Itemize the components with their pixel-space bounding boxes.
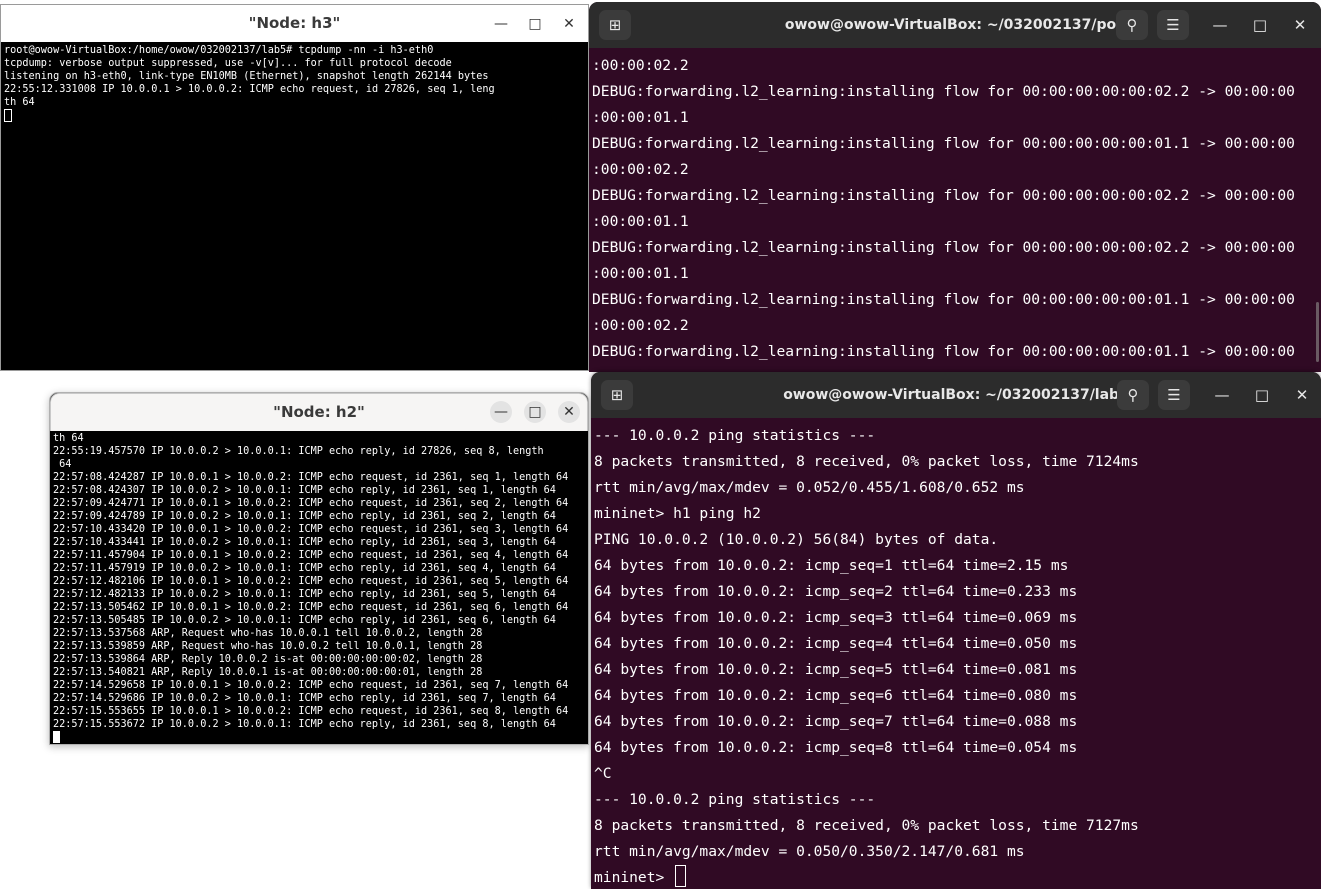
terminal-line: 22:55:12.331008 IP 10.0.0.1 > 10.0.0.2: … bbox=[4, 84, 495, 95]
terminal-line: :00:00:02.2 bbox=[592, 317, 689, 334]
terminal-line: 22:57:12.482106 IP 10.0.0.1 > 10.0.0.2: … bbox=[53, 576, 569, 587]
terminal-line: th 64 bbox=[4, 97, 35, 108]
terminal-line: 64 bytes from 10.0.0.2: icmp_seq=8 ttl=6… bbox=[594, 739, 1078, 756]
minimize-icon[interactable]: — bbox=[1211, 384, 1233, 406]
maximize-icon[interactable]: □ bbox=[1249, 14, 1271, 36]
hamburger-menu-icon[interactable]: ☰ bbox=[1158, 380, 1190, 410]
maximize-icon[interactable]: □ bbox=[524, 400, 546, 423]
window-title-h2: "Node: h2" bbox=[273, 403, 365, 421]
terminal-line: ^C bbox=[594, 765, 612, 782]
terminal-line: tcpdump: verbose output suppressed, use … bbox=[4, 58, 452, 69]
terminal-line: 22:57:13.537568 ARP, Request who-has 10.… bbox=[53, 628, 483, 639]
terminal-line: 22:57:13.539864 ARP, Reply 10.0.0.2 is-a… bbox=[53, 654, 483, 665]
terminal-line: 22:57:14.529658 IP 10.0.0.1 > 10.0.0.2: … bbox=[53, 680, 569, 691]
maximize-icon[interactable]: □ bbox=[1251, 384, 1273, 406]
terminal-line: 22:57:08.424287 IP 10.0.0.1 > 10.0.0.2: … bbox=[53, 472, 569, 483]
terminal-line: 64 bytes from 10.0.0.2: icmp_seq=1 ttl=6… bbox=[594, 557, 1069, 574]
text-cursor bbox=[675, 865, 687, 887]
terminal-line: mininet> h1 ping h2 bbox=[594, 505, 761, 522]
prompt-line[interactable] bbox=[4, 109, 588, 124]
terminal-line: DEBUG:forwarding.l2_learning:installing … bbox=[592, 291, 1295, 308]
terminal-line: 22:57:15.553672 IP 10.0.0.2 > 10.0.0.1: … bbox=[53, 719, 556, 730]
terminal-line: DEBUG:forwarding.l2_learning:installing … bbox=[592, 343, 1295, 360]
minimize-icon[interactable]: — bbox=[490, 13, 512, 35]
terminal-line: 22:57:11.457904 IP 10.0.0.1 > 10.0.0.2: … bbox=[53, 550, 569, 561]
search-icon[interactable]: ⚲ bbox=[1117, 380, 1149, 410]
terminal-line: listening on h3-eth0, link-type EN10MB (… bbox=[4, 71, 489, 82]
terminal-line: 64 bytes from 10.0.0.2: icmp_seq=6 ttl=6… bbox=[594, 687, 1078, 704]
terminal-line: DEBUG:forwarding.l2_learning:installing … bbox=[592, 239, 1295, 256]
close-icon[interactable]: ✕ bbox=[1289, 14, 1311, 36]
terminal-line: 22:57:13.540821 ARP, Reply 10.0.0.1 is-a… bbox=[53, 667, 483, 678]
prompt-line[interactable]: mininet> bbox=[594, 865, 1321, 889]
terminal-line: 8 packets transmitted, 8 received, 0% pa… bbox=[594, 453, 1139, 470]
terminal-line: 22:57:08.424307 IP 10.0.0.2 > 10.0.0.1: … bbox=[53, 485, 556, 496]
terminal-line: 8 packets transmitted, 8 received, 0% pa… bbox=[594, 817, 1139, 834]
terminal-window-pox[interactable]: ⊞ owow@owow-VirtualBox: ~/032002137/pox … bbox=[589, 2, 1321, 372]
terminal-line: rtt min/avg/max/mdev = 0.050/0.350/2.147… bbox=[594, 843, 1025, 860]
terminal-line: root@owow-VirtualBox:/home/owow/03200213… bbox=[4, 45, 434, 56]
terminal-line: :00:00:01.1 bbox=[592, 265, 689, 282]
terminal-output-h3[interactable]: root@owow-VirtualBox:/home/owow/03200213… bbox=[1, 42, 588, 370]
terminal-line: DEBUG:forwarding.l2_learning:installing … bbox=[592, 83, 1295, 100]
terminal-line: rtt min/avg/max/mdev = 0.052/0.455/1.608… bbox=[594, 479, 1025, 496]
terminal-line: th 64 bbox=[53, 433, 84, 444]
header-bar-pox[interactable]: ⊞ owow@owow-VirtualBox: ~/032002137/pox … bbox=[589, 2, 1321, 48]
search-icon[interactable]: ⚲ bbox=[1116, 10, 1148, 40]
text-cursor bbox=[4, 109, 12, 122]
hamburger-menu-icon[interactable]: ☰ bbox=[1157, 10, 1189, 40]
terminal-line: DEBUG:forwarding.l2_learning:installing … bbox=[592, 187, 1295, 204]
terminal-line: 64 bytes from 10.0.0.2: icmp_seq=3 ttl=6… bbox=[594, 609, 1078, 626]
terminal-line: 22:57:10.433441 IP 10.0.0.2 > 10.0.0.1: … bbox=[53, 537, 556, 548]
terminal-line: 22:57:13.539859 ARP, Request who-has 10.… bbox=[53, 641, 483, 652]
text-cursor bbox=[53, 731, 60, 743]
terminal-line: 22:57:11.457919 IP 10.0.0.2 > 10.0.0.1: … bbox=[53, 563, 556, 574]
terminal-line: PING 10.0.0.2 (10.0.0.2) 56(84) bytes of… bbox=[594, 531, 999, 548]
terminal-line: 22:57:13.505462 IP 10.0.0.1 > 10.0.0.2: … bbox=[53, 602, 569, 613]
terminal-line: --- 10.0.0.2 ping statistics --- bbox=[594, 791, 876, 808]
maximize-icon[interactable]: □ bbox=[524, 13, 546, 35]
minimize-icon[interactable]: — bbox=[1209, 14, 1231, 36]
window-title-h3: "Node: h3" bbox=[248, 14, 341, 32]
shell-prompt: mininet> bbox=[594, 869, 674, 886]
close-icon[interactable]: ✕ bbox=[1291, 384, 1313, 406]
terminal-line: 64 bytes from 10.0.0.2: icmp_seq=5 ttl=6… bbox=[594, 661, 1078, 678]
terminal-line: :00:00:01.1 bbox=[592, 109, 689, 126]
terminal-line: 22:55:19.457570 IP 10.0.0.2 > 10.0.0.1: … bbox=[53, 446, 544, 457]
terminal-line: 64 bytes from 10.0.0.2: icmp_seq=7 ttl=6… bbox=[594, 713, 1078, 730]
minimize-icon[interactable]: — bbox=[490, 400, 512, 423]
header-bar-lab5[interactable]: ⊞ owow@owow-VirtualBox: ~/032002137/lab5… bbox=[591, 372, 1321, 418]
terminal-output-pox[interactable]: :00:00:02.2 DEBUG:forwarding.l2_learning:… bbox=[589, 48, 1321, 372]
window-controls-h3: — □ ✕ bbox=[490, 5, 580, 42]
terminal-line: DEBUG:forwarding.l2_learning:installing … bbox=[592, 135, 1295, 152]
window-controls-h2: — □ ✕ bbox=[490, 393, 580, 430]
terminal-line: 22:57:10.433420 IP 10.0.0.1 > 10.0.0.2: … bbox=[53, 524, 569, 535]
terminal-line: 64 bbox=[53, 459, 72, 470]
terminal-line: 22:57:15.553655 IP 10.0.0.1 > 10.0.0.2: … bbox=[53, 706, 569, 717]
scrollbar-pox[interactable] bbox=[1316, 302, 1319, 362]
terminal-line: --- 10.0.0.2 ping statistics --- bbox=[594, 427, 876, 444]
close-icon[interactable]: ✕ bbox=[558, 400, 580, 423]
terminal-line: :00:00:02.2 bbox=[592, 57, 689, 74]
terminal-window-lab5[interactable]: ⊞ owow@owow-VirtualBox: ~/032002137/lab5… bbox=[591, 372, 1321, 889]
terminal-line: 22:57:09.424789 IP 10.0.0.2 > 10.0.0.1: … bbox=[53, 511, 556, 522]
terminal-line: :00:00:02.2 bbox=[592, 161, 689, 178]
xterm-window-h2[interactable]: "Node: h2" — □ ✕ th 64 22:55:19.457570 IP… bbox=[49, 392, 589, 745]
terminal-line: 22:57:13.505485 IP 10.0.0.2 > 10.0.0.1: … bbox=[53, 615, 556, 626]
close-icon[interactable]: ✕ bbox=[558, 13, 580, 35]
terminal-line: 22:57:14.529686 IP 10.0.0.2 > 10.0.0.1: … bbox=[53, 693, 556, 704]
terminal-line: 64 bytes from 10.0.0.2: icmp_seq=2 ttl=6… bbox=[594, 583, 1078, 600]
terminal-line: 22:57:09.424771 IP 10.0.0.1 > 10.0.0.2: … bbox=[53, 498, 569, 509]
terminal-output-lab5[interactable]: --- 10.0.0.2 ping statistics --- 8 packet… bbox=[591, 418, 1321, 889]
terminal-line: 64 bytes from 10.0.0.2: icmp_seq=4 ttl=6… bbox=[594, 635, 1078, 652]
terminal-line: :00:00:01.1 bbox=[592, 213, 689, 230]
terminal-line: 22:57:12.482133 IP 10.0.0.2 > 10.0.0.1: … bbox=[53, 589, 556, 600]
xterm-window-h3[interactable]: "Node: h3" — □ ✕ root@owow-VirtualBox:/h… bbox=[0, 4, 589, 371]
prompt-line[interactable] bbox=[53, 731, 588, 744]
terminal-output-h2[interactable]: th 64 22:55:19.457570 IP 10.0.0.2 > 10.0.… bbox=[50, 431, 588, 744]
